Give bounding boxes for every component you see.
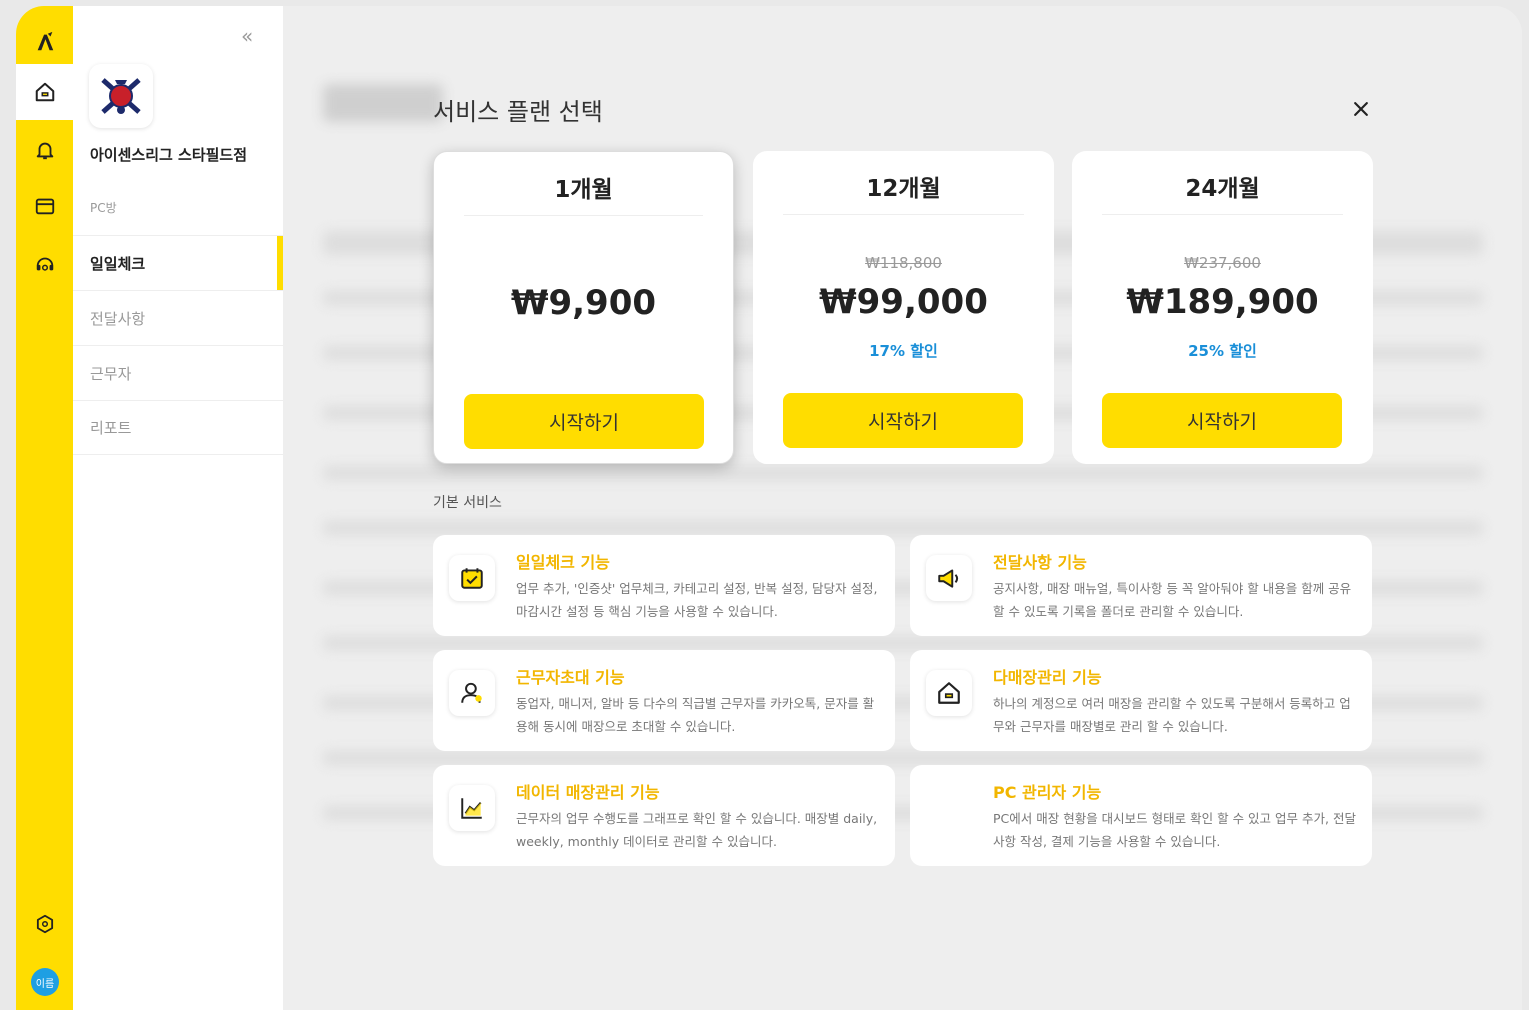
start-button[interactable]: 시작하기: [783, 393, 1023, 448]
feature-card-invite-workers: 근무자초대 기능 동업자, 매니저, 알바 등 다수의 직급별 근무자를 카카오…: [433, 650, 895, 751]
sidebar-item-notices[interactable]: 전달사항: [73, 290, 283, 345]
feature-card-daily-check: 일일체크 기능 업무 추가, '인증샷' 업무체크, 카테고리 설정, 반복 설…: [433, 535, 895, 636]
feature-title: 데이터 매장관리 기능: [516, 783, 660, 802]
plan-divider: [783, 214, 1024, 215]
feature-desc: PC에서 매장 현황을 대시보드 형태로 확인 할 수 있고 업무 추가, 전달…: [993, 811, 1356, 849]
feature-card-data-management: 데이터 매장관리 기능 근무자의 업무 수행도를 그래프로 확인 할 수 있습니…: [433, 765, 895, 866]
support-icon[interactable]: [16, 236, 73, 292]
feature-title: PC 관리자 기능: [993, 783, 1102, 802]
home-icon[interactable]: [16, 64, 73, 120]
plan-price: ₩189,900: [1126, 282, 1319, 322]
feature-desc: 업무 추가, '인증샷' 업무체크, 카테고리 설정, 반복 설정, 담당자 설…: [516, 581, 878, 619]
feature-title: 일일체크 기능: [516, 553, 610, 572]
plan-name: 12개월: [866, 176, 941, 202]
close-icon[interactable]: [1349, 97, 1373, 121]
store-type: PC방: [90, 201, 117, 215]
feature-title: 다매장관리 기능: [993, 668, 1102, 687]
section-label: 기본 서비스: [433, 495, 502, 511]
plan-price: ₩9,900: [510, 283, 657, 323]
feature-desc: 하나의 계정으로 여러 매장을 관리할 수 있도록 구분해서 등록하고 업무와 …: [993, 696, 1351, 734]
bell-icon[interactable]: [16, 122, 73, 178]
feature-desc: 동업자, 매니저, 알바 등 다수의 직급별 근무자를 카카오톡, 문자를 활용…: [516, 696, 875, 734]
collapse-sidebar-icon[interactable]: «: [241, 24, 253, 48]
avatar[interactable]: 이름: [31, 968, 59, 996]
sidebar-item-workers[interactable]: 근무자: [73, 345, 283, 400]
sidebar-menu: 일일체크 전달사항 근무자 리포트: [73, 235, 283, 455]
store-name: 아이센스리그 스타필드점: [90, 146, 248, 164]
modal-title: 서비스 플랜 선택: [433, 98, 603, 126]
store-icon: [926, 670, 972, 716]
feature-desc: 공지사항, 매장 매뉴얼, 특이사항 등 꼭 알아둬야 할 내용을 함께 공유할…: [993, 581, 1352, 619]
plan-name: 1개월: [554, 177, 613, 203]
megaphone-icon: [926, 555, 972, 601]
sidebar-item-daily-check[interactable]: 일일체크: [73, 235, 283, 290]
feature-card-pc-admin: PC 관리자 기능 PC에서 매장 현황을 대시보드 형태로 확인 할 수 있고…: [910, 765, 1372, 866]
plan-divider: [464, 215, 703, 216]
feature-card-multi-store: 다매장관리 기능 하나의 계정으로 여러 매장을 관리할 수 있도록 구분해서 …: [910, 650, 1372, 751]
sidebar-item-report[interactable]: 리포트: [73, 400, 283, 455]
plan-discount: 17% 할인: [869, 342, 938, 360]
plan-original-price: ₩118,800: [865, 254, 942, 272]
feature-card-notices: 전달사항 기능 공지사항, 매장 매뉴얼, 특이사항 등 꼭 알아둬야 할 내용…: [910, 535, 1372, 636]
plan-card-12-months[interactable]: 12개월 ₩118,800 ₩99,000 17% 할인 시작하기: [753, 151, 1054, 464]
feature-title: 근무자초대 기능: [516, 668, 625, 687]
calendar-icon[interactable]: [16, 178, 73, 234]
calendar-check-icon: [449, 555, 495, 601]
feature-desc: 근무자의 업무 수행도를 그래프로 확인 할 수 있습니다. 매장별 daily…: [516, 811, 878, 849]
store-sidebar: « 아이센스리그 스타필드점 PC방 일일체크 전달사항 근무자 리포트: [73, 6, 283, 1010]
store-logo: [89, 64, 153, 128]
icon-rail: 이름: [16, 6, 73, 1010]
plan-card-24-months[interactable]: 24개월 ₩237,600 ₩189,900 25% 할인 시작하기: [1072, 151, 1373, 464]
plan-discount: 25% 할인: [1188, 342, 1257, 360]
plan-price: ₩99,000: [819, 282, 988, 322]
start-button[interactable]: 시작하기: [464, 394, 704, 449]
user-icon: [449, 670, 495, 716]
plan-divider: [1102, 214, 1343, 215]
chart-icon: [449, 785, 495, 831]
start-button[interactable]: 시작하기: [1102, 393, 1342, 448]
gear-icon[interactable]: [16, 896, 73, 952]
plan-name: 24개월: [1185, 176, 1260, 202]
plan-original-price: ₩237,600: [1184, 254, 1261, 272]
feature-title: 전달사항 기능: [993, 553, 1087, 572]
plan-card-1-month[interactable]: 1개월 ₩9,900 시작하기: [433, 151, 734, 464]
app-logo-icon[interactable]: [16, 14, 73, 70]
